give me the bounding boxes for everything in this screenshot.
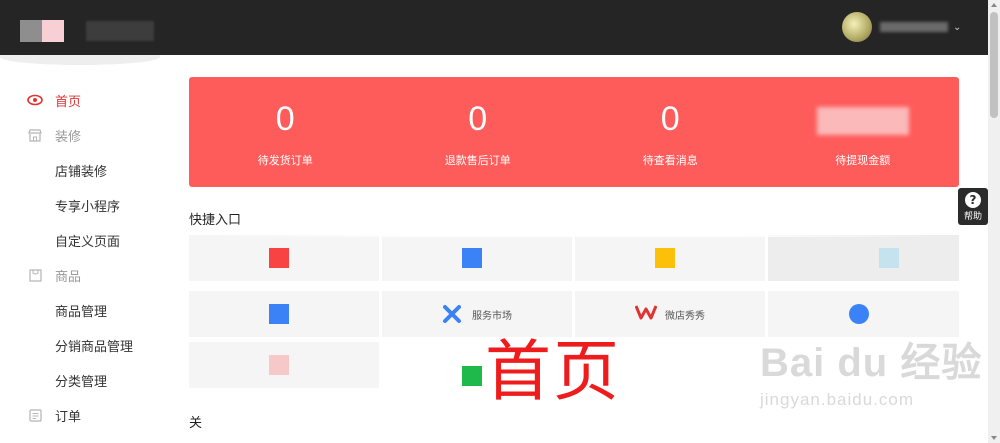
brand-name-blurred: [86, 21, 154, 41]
stat-value: 0: [275, 100, 295, 138]
sidebar-item-goods-manage[interactable]: 商品管理: [0, 295, 160, 325]
quick-tile[interactable]: [768, 235, 959, 281]
quick-tile[interactable]: [575, 235, 765, 281]
stat-value: 0: [468, 100, 488, 138]
tile-icon: [269, 304, 289, 324]
top-bar: ⌄: [0, 0, 1000, 55]
tile-icon: [269, 248, 289, 268]
w-icon: [634, 304, 658, 324]
quick-tile[interactable]: [189, 291, 379, 337]
x-icon: [442, 304, 462, 324]
sidebar: 首页 装修 店铺装修 专享小程序 自定义页面 商品 商品管理 分销商品管理 分类…: [0, 55, 160, 443]
stat-label: 待查看消息: [642, 154, 698, 167]
watermark-url: jingyan.baidu.com: [760, 390, 915, 409]
avatar[interactable]: [842, 12, 872, 42]
sidebar-item-label: 订单: [55, 409, 82, 425]
sidebar-item-custom-page[interactable]: 自定义页面: [0, 225, 160, 255]
goods-icon: [27, 267, 43, 283]
sidebar-item-label: 商品: [55, 269, 82, 285]
sidebar-item-store-decoration[interactable]: 店铺装修: [0, 155, 160, 185]
stat-unread-messages[interactable]: 0 待查看消息: [574, 77, 767, 187]
chevron-down-icon[interactable]: ⌄: [953, 22, 961, 33]
tile-icon: [878, 248, 899, 268]
scrollbar[interactable]: [988, 0, 1000, 443]
stat-refund-orders[interactable]: 0 退款售后订单: [382, 77, 575, 187]
scroll-down-icon[interactable]: [991, 436, 997, 440]
order-icon: [27, 407, 43, 423]
tile-icon: [462, 248, 482, 268]
logo-block-pink: [42, 20, 64, 42]
sidebar-group-orders[interactable]: 订单: [0, 400, 160, 430]
sidebar-item-distribution-goods[interactable]: 分销商品管理: [0, 330, 160, 360]
eye-icon: [27, 92, 43, 108]
help-button[interactable]: ? 帮助: [958, 188, 988, 225]
tile-label: 服务市场: [472, 310, 512, 322]
help-label: 帮助: [963, 212, 982, 222]
quick-tile-service-market[interactable]: 服务市场: [382, 291, 572, 337]
stat-pending-shipment[interactable]: 0 待发货订单: [189, 77, 382, 187]
tile-icon: [462, 366, 482, 386]
quick-tile[interactable]: [189, 342, 379, 388]
stat-label: 退款售后订单: [444, 154, 511, 167]
watermark-logo: Bai du 经验: [760, 341, 983, 385]
sidebar-item-label: 专享小程序: [55, 199, 121, 215]
scroll-up-icon[interactable]: [991, 3, 997, 7]
stat-label: 待发货订单: [257, 154, 313, 167]
sidebar-item-label: 店铺装修: [55, 164, 108, 180]
sidebar-item-label: 装修: [55, 129, 82, 145]
stat-withdrawable-amount[interactable]: 待提现金额: [767, 77, 960, 187]
baidu-watermark: Bai du 经验 jingyan.baidu.com: [760, 330, 982, 410]
tile-icon: [655, 248, 675, 268]
store-icon: [27, 127, 43, 143]
user-menu[interactable]: ⌄: [842, 12, 961, 42]
stat-label: 待提现金额: [835, 154, 891, 167]
overlay-title: 首页: [485, 333, 621, 410]
sidebar-group-decorate[interactable]: 装修: [0, 120, 160, 150]
stats-panel: 0 待发货订单 0 退款售后订单 0 待查看消息 待提现金额: [189, 77, 959, 187]
stat-value: 0: [660, 100, 680, 138]
sidebar-item-label: 分销商品管理: [55, 339, 134, 355]
sidebar-group-goods[interactable]: 商品: [0, 260, 160, 290]
sidebar-top-edge: [0, 55, 160, 65]
logo-block-gray: [20, 20, 42, 42]
question-icon: ?: [965, 192, 981, 208]
sidebar-item-mini-program[interactable]: 专享小程序: [0, 190, 160, 220]
scrollbar-thumb[interactable]: [990, 12, 998, 118]
sidebar-item-category-manage[interactable]: 分类管理: [0, 365, 160, 395]
app-logo[interactable]: [20, 20, 64, 42]
tile-label: 微店秀秀: [665, 310, 705, 322]
blur-mask: [209, 223, 939, 237]
tile-icon: [848, 304, 869, 324]
quick-tile-weidian-show[interactable]: 微店秀秀: [575, 291, 765, 337]
quick-tile[interactable]: [189, 235, 379, 281]
sidebar-item-home[interactable]: 首页: [0, 85, 160, 115]
sidebar-item-label: 分类管理: [55, 374, 108, 390]
tile-icon: [269, 355, 289, 375]
quick-tile[interactable]: [382, 235, 572, 281]
stat-value-blurred: [816, 107, 909, 135]
sidebar-item-label: 首页: [55, 94, 82, 110]
sidebar-item-label: 自定义页面: [55, 234, 121, 250]
user-name-blurred: [880, 22, 948, 32]
sidebar-item-label: 商品管理: [55, 304, 108, 320]
blur-mask: [189, 281, 959, 291]
related-section-title: 关: [189, 416, 203, 431]
